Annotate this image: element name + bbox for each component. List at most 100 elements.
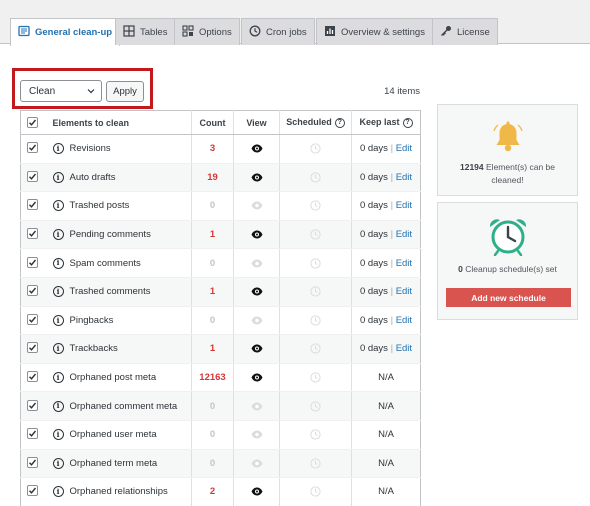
keep-days: N/A xyxy=(378,429,394,441)
info-icon[interactable]: i xyxy=(52,286,64,298)
eye-icon[interactable] xyxy=(251,143,263,154)
schedule-clock-icon xyxy=(310,172,321,183)
elements-text2: cleaned! xyxy=(491,175,524,185)
element-count: 0 xyxy=(191,449,234,479)
tab-label: Tables xyxy=(140,26,168,38)
element-name: Trashed comments xyxy=(69,286,151,298)
items-count: 14 items xyxy=(384,86,420,97)
element-name: Orphaned term meta xyxy=(69,457,158,469)
info-icon[interactable]: i xyxy=(52,457,64,469)
eye-disabled-icon xyxy=(251,458,263,469)
tab-general-clean-up[interactable]: General clean-up xyxy=(10,18,121,46)
edit-link[interactable]: Edit xyxy=(396,229,412,240)
bulk-action-select[interactable]: Clean xyxy=(20,80,102,102)
header-scheduled-label: Scheduled xyxy=(286,117,332,128)
eye-icon[interactable] xyxy=(251,486,263,497)
schedule-clock-icon xyxy=(310,486,321,498)
edit-link[interactable]: Edit xyxy=(396,258,412,269)
edit-link[interactable]: Edit xyxy=(396,200,412,211)
add-new-schedule-button[interactable]: Add new schedule xyxy=(446,288,571,307)
tab-label: Cron jobs xyxy=(266,26,307,38)
info-icon[interactable]: i xyxy=(52,486,64,498)
apply-button[interactable]: Apply xyxy=(106,81,144,102)
row-checkbox[interactable] xyxy=(27,285,39,297)
row-checkbox[interactable] xyxy=(27,199,39,211)
row-checkbox[interactable] xyxy=(27,342,39,354)
edit-link[interactable]: Edit xyxy=(396,172,412,183)
info-icon[interactable]: i xyxy=(52,372,64,384)
header-elements: Elements to clean xyxy=(44,110,192,135)
row-checkbox[interactable] xyxy=(27,170,39,182)
info-icon[interactable]: i xyxy=(52,343,64,355)
info-icon[interactable]: i xyxy=(52,143,64,155)
eye-icon[interactable] xyxy=(251,372,263,383)
key-icon xyxy=(440,25,452,40)
eye-icon[interactable] xyxy=(251,343,263,354)
keep-days: N/A xyxy=(378,372,394,384)
keep-days: 0 days xyxy=(359,143,388,155)
table-row: i Revisions 3 0 days | Edit xyxy=(20,134,421,164)
element-name: Auto drafts xyxy=(69,171,116,183)
row-checkbox[interactable] xyxy=(27,456,39,468)
table-row: i Trashed posts 0 0 days | Edit xyxy=(20,191,421,221)
eye-icon[interactable] xyxy=(251,286,263,297)
table-row: i Orphaned comment meta 0 N/A xyxy=(20,391,421,421)
eye-icon[interactable] xyxy=(251,172,263,183)
edit-link[interactable]: Edit xyxy=(396,143,412,154)
eye-disabled-icon xyxy=(251,429,263,440)
info-icon[interactable]: i xyxy=(52,229,64,241)
element-count: 3 xyxy=(191,134,234,164)
header-count: Count xyxy=(191,110,234,135)
elements-count: 12194 xyxy=(460,162,484,172)
schedules-summary-card: 0 Cleanup schedule(s) set Add new schedu… xyxy=(437,202,578,320)
table-row: i Trashed comments 1 0 days | Edit xyxy=(20,277,421,307)
info-icon[interactable]: i xyxy=(52,400,64,412)
tab-license[interactable]: License xyxy=(432,18,498,45)
keep-last-cell: 0 days | Edit xyxy=(351,248,421,278)
row-checkbox[interactable] xyxy=(27,428,39,440)
element-count: 2 xyxy=(191,477,234,506)
tab-bar: General clean-up Tables Options Cron job… xyxy=(0,0,590,46)
table-icon xyxy=(123,24,135,40)
info-icon[interactable]: i xyxy=(52,200,64,212)
info-icon[interactable]: i xyxy=(52,314,64,326)
row-checkbox[interactable] xyxy=(27,228,39,240)
help-icon[interactable]: ? xyxy=(402,117,413,128)
eye-disabled-icon xyxy=(251,258,263,269)
help-icon[interactable]: ? xyxy=(334,117,345,128)
element-name: Orphaned post meta xyxy=(69,372,157,384)
alarm-clock-icon xyxy=(489,219,527,256)
keep-days: 0 days xyxy=(359,257,388,269)
element-count: 12163 xyxy=(191,363,234,393)
row-checkbox[interactable] xyxy=(27,142,39,154)
row-checkbox[interactable] xyxy=(27,371,39,383)
tab-options[interactable]: Options xyxy=(174,18,240,45)
tab-cron-jobs[interactable]: Cron jobs xyxy=(241,18,315,45)
edit-link[interactable]: Edit xyxy=(396,343,412,354)
info-icon[interactable]: i xyxy=(52,429,64,441)
row-checkbox[interactable] xyxy=(27,399,39,411)
row-checkbox[interactable] xyxy=(27,485,39,497)
tab-tables[interactable]: Tables xyxy=(115,18,176,45)
keep-last-cell: 0 days | Edit xyxy=(351,134,421,164)
schedule-clock-icon xyxy=(310,286,321,297)
keep-last-cell: 0 days | Edit xyxy=(351,220,421,250)
info-icon[interactable]: i xyxy=(52,257,64,269)
keep-last-cell: 0 days | Edit xyxy=(351,163,421,193)
row-checkbox[interactable] xyxy=(27,256,39,268)
tab-overview-settings[interactable]: Overview & settings xyxy=(316,18,433,45)
edit-link[interactable]: Edit xyxy=(396,315,412,326)
keep-last-cell: 0 days | Edit xyxy=(351,277,421,307)
schedule-clock-icon xyxy=(310,343,321,355)
edit-link[interactable]: Edit xyxy=(396,286,412,297)
element-name: Revisions xyxy=(69,143,111,155)
element-count: 1 xyxy=(191,220,234,250)
keep-days: 0 days xyxy=(359,171,388,183)
info-icon[interactable]: i xyxy=(52,171,64,183)
row-checkbox[interactable] xyxy=(27,313,39,325)
select-all-checkbox[interactable] xyxy=(27,116,39,128)
eye-disabled-icon xyxy=(251,200,263,211)
eye-icon[interactable] xyxy=(251,229,263,240)
schedules-count: 0 xyxy=(458,264,463,274)
header-scheduled: Scheduled? xyxy=(279,110,352,135)
